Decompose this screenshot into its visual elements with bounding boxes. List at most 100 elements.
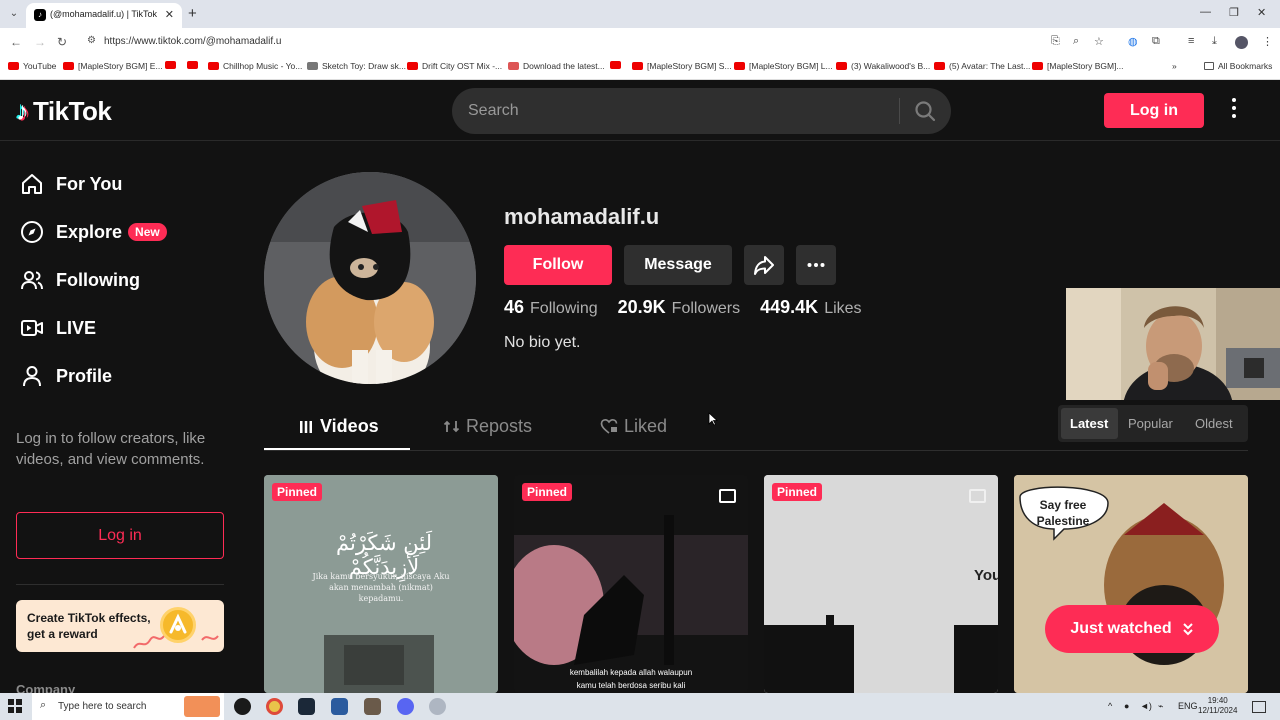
tab-liked[interactable]: Liked (600, 416, 667, 437)
app-icon[interactable] (364, 698, 381, 715)
message-button[interactable]: Message (624, 245, 732, 285)
header-login-button[interactable]: Log in (1104, 93, 1204, 128)
just-watched-button[interactable]: Just watched (1045, 605, 1219, 653)
downloads-icon[interactable]: ⤓ (1212, 35, 1217, 48)
bookmark-item[interactable]: [MapleStory BGM]... (1032, 61, 1124, 71)
new-tab-icon[interactable]: + (188, 5, 197, 22)
sidebar-item-live[interactable]: LIVE (20, 313, 96, 343)
bookmark-item[interactable]: (3) Wakaliwood's B... (836, 61, 930, 71)
zoom-icon[interactable]: ⌕ (1073, 35, 1079, 48)
bookmark-item[interactable]: Drift City OST Mix -... (407, 61, 502, 71)
sort-latest[interactable]: Latest (1070, 416, 1108, 431)
profile-more-button[interactable] (796, 245, 836, 285)
bookmark-item[interactable]: Chillhop Music - Yo... (208, 61, 302, 71)
minimize-icon[interactable]: — (1200, 6, 1211, 18)
media-controls-icon[interactable]: ≡ (1188, 35, 1194, 47)
users-icon (21, 271, 43, 290)
download-site-icon (508, 62, 519, 70)
tiktok-logo[interactable]: ♪ TikTok (16, 96, 112, 127)
language-indicator[interactable]: ENG (1178, 701, 1198, 711)
tray-expand-icon[interactable]: ^ (1108, 701, 1112, 711)
bookmark-item[interactable]: YouTube (8, 61, 56, 71)
extension-audio-icon[interactable]: ◍ (1128, 35, 1138, 48)
bookmark-item[interactable] (165, 61, 180, 69)
sidebar-item-explore[interactable]: Explore New (20, 217, 167, 247)
follow-button[interactable]: Follow (504, 245, 612, 285)
browser-tab[interactable]: ♪ (@mohamadalif.u) | TikTok ✕ (26, 3, 182, 28)
obs-icon[interactable] (234, 698, 251, 715)
tab-close-icon[interactable]: ✕ (165, 8, 174, 21)
browser-tab-strip: ⌄ ♪ (@mohamadalif.u) | TikTok ✕ + — ❐ ✕ (0, 0, 1280, 28)
network-icon[interactable]: ⌁ (1158, 701, 1163, 712)
restore-icon[interactable]: ❐ (1229, 6, 1239, 19)
video-card[interactable]: Say free Palestine (1014, 475, 1248, 693)
tab-title: (@mohamadalif.u) | TikTok (50, 9, 158, 19)
windows-start-icon[interactable] (8, 699, 22, 713)
bookmark-item[interactable] (187, 61, 202, 69)
app-icon[interactable] (429, 698, 446, 715)
steam-icon[interactable] (298, 698, 315, 715)
search-icon[interactable] (913, 99, 937, 123)
video-card[interactable]: Pinned kembalilah kepada allah walaupun … (514, 475, 748, 693)
effects-banner[interactable]: Create TikTok effects, get a reward (16, 600, 224, 652)
reload-icon[interactable]: ↻ (57, 35, 67, 49)
browser-menu-icon[interactable]: ⋮ (1262, 35, 1273, 48)
extensions-icon[interactable]: ⧉ (1152, 35, 1160, 48)
new-badge: New (128, 223, 167, 241)
taskbar-search-input[interactable]: Type here to search (58, 701, 146, 712)
tab-search-dropdown[interactable]: ⌄ (6, 6, 22, 22)
forward-icon[interactable]: → (34, 35, 46, 49)
followers-label: Followers (671, 300, 741, 317)
discord-icon[interactable] (397, 698, 414, 715)
all-bookmarks[interactable]: All Bookmarks (1204, 61, 1272, 71)
sort-oldest[interactable]: Oldest (1195, 416, 1233, 431)
sidebar-login-button[interactable]: Log in (16, 512, 224, 559)
share-button[interactable] (744, 245, 784, 285)
search-bar[interactable]: Search (452, 88, 951, 134)
window-close-icon[interactable]: ✕ (1257, 6, 1266, 19)
youtube-icon (734, 62, 745, 70)
microphone-icon[interactable]: ● (1124, 701, 1129, 711)
volume-icon[interactable]: ◄) (1140, 701, 1152, 711)
back-icon[interactable]: ← (10, 35, 22, 49)
sidebar-item-for-you[interactable]: For You (20, 169, 122, 199)
app-icon[interactable] (331, 698, 348, 715)
chrome-icon[interactable] (266, 698, 283, 715)
sidebar-item-following[interactable]: Following (20, 265, 140, 295)
taskbar-clock[interactable]: 19:40 12/11/2024 (1198, 696, 1237, 716)
bookmark-item[interactable]: [MapleStory BGM] L... (734, 61, 833, 71)
video-card[interactable]: Pinned لَئِن شَكَرْتُمْ لَأَزِيدَنَّكُمْ… (264, 475, 498, 693)
video-card[interactable]: Pinned You (764, 475, 998, 693)
youtube-icon (165, 61, 176, 69)
bookmark-star-icon[interactable]: ☆ (1094, 35, 1104, 48)
taskbar-search[interactable]: ⌕ Type here to search (32, 693, 224, 720)
youtube-icon (836, 62, 847, 70)
sort-popular[interactable]: Popular (1128, 416, 1173, 431)
following-label: Following (530, 300, 598, 317)
video-caption: kembalilah kepada allah walaupun (569, 668, 693, 677)
more-bookmarks-icon[interactable]: » (1172, 61, 1177, 71)
profile-avatar-icon[interactable] (1235, 36, 1248, 49)
install-app-icon[interactable]: ⎘ (1051, 35, 1060, 48)
address-bar[interactable]: ⚙ https://www.tiktok.com/@mohamadalif.u (80, 31, 1120, 53)
followers-count[interactable]: 20.9K (618, 297, 666, 318)
bookmark-item[interactable]: Sketch Toy: Draw sk... (307, 61, 406, 71)
bookmark-item[interactable]: (5) Avatar: The Last... (934, 61, 1030, 71)
bookmark-item[interactable]: [MapleStory BGM] E... (63, 61, 163, 71)
tab-videos[interactable]: Videos (298, 416, 379, 437)
site-info-icon[interactable]: ⚙ (87, 35, 96, 46)
video-overlay-text: You (974, 567, 998, 584)
bookmark-item[interactable]: Download the latest... (508, 61, 605, 71)
pinned-badge: Pinned (772, 483, 823, 501)
bookmark-item[interactable] (610, 61, 625, 69)
tab-reposts[interactable]: Reposts (443, 416, 532, 437)
sort-toggle-group: Latest Popular Oldest (1058, 405, 1248, 442)
sidebar-item-profile[interactable]: Profile (20, 361, 112, 391)
notifications-icon[interactable] (1252, 701, 1266, 713)
video-caption: kamu telah berdosa seribu kali (576, 681, 686, 690)
search-input[interactable]: Search (468, 102, 519, 120)
bookmark-item[interactable]: [MapleStory BGM] S... (632, 61, 732, 71)
following-count[interactable]: 46 (504, 297, 524, 318)
more-options-icon[interactable] (1226, 98, 1242, 122)
search-icon: ⌕ (40, 699, 47, 711)
